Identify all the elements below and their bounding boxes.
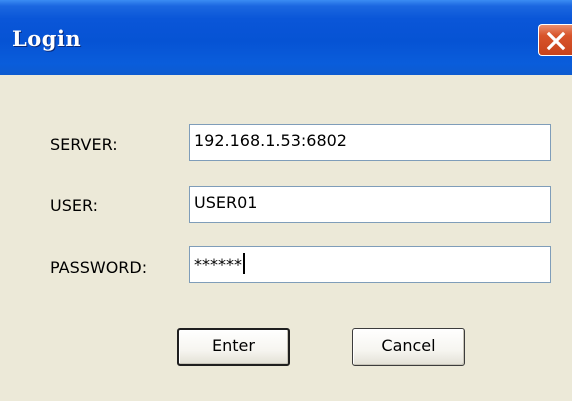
server-input[interactable]: 192.168.1.53:6802 [189, 124, 551, 161]
password-input[interactable]: ****** [189, 246, 551, 283]
password-value: ****** [194, 255, 242, 274]
server-label: SERVER: [50, 135, 118, 154]
enter-button[interactable]: Enter [177, 328, 290, 366]
password-label: PASSWORD: [50, 258, 148, 277]
close-icon [546, 31, 566, 51]
user-label: USER: [50, 196, 98, 215]
cancel-button[interactable]: Cancel [352, 328, 465, 366]
title-bar[interactable]: Login [0, 0, 572, 75]
login-dialog: Login SERVER: 192.168.1.53:6802 USER: US… [0, 0, 572, 401]
user-input[interactable]: USER01 [189, 186, 551, 223]
close-button[interactable] [538, 24, 572, 56]
user-value: USER01 [194, 193, 258, 212]
server-value: 192.168.1.53:6802 [194, 131, 347, 150]
window-title: Login [12, 26, 82, 51]
text-caret [243, 253, 245, 274]
